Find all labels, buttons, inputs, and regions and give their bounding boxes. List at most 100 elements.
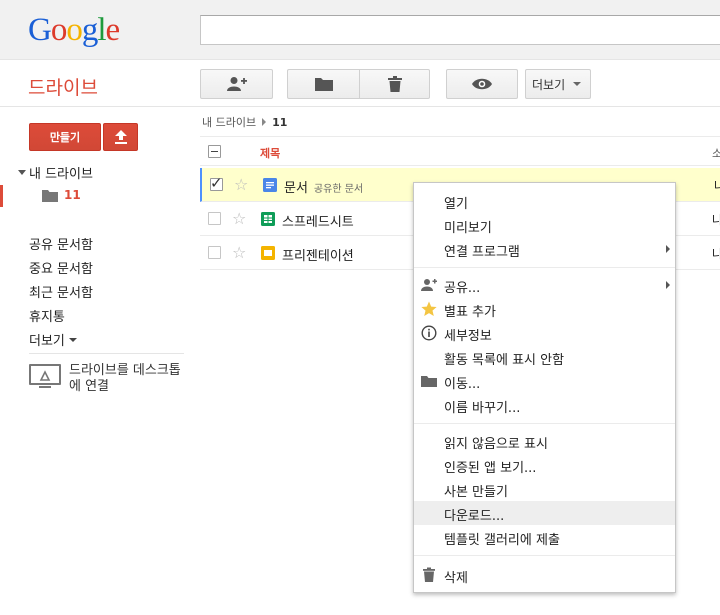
search-input[interactable]	[200, 15, 720, 45]
logo-letter: e	[105, 12, 121, 48]
menu-item-open[interactable]: 열기	[414, 189, 675, 213]
toolbar: 드라이브 더보기	[0, 61, 720, 107]
add-person-icon	[421, 279, 437, 291]
preview-button[interactable]	[446, 69, 518, 99]
app-title: 드라이브	[28, 77, 98, 99]
menu-divider	[414, 267, 675, 268]
caret-down-icon	[68, 337, 77, 342]
menu-item-rename[interactable]: 이름 바꾸기...	[414, 393, 675, 417]
menu-item-share[interactable]: 공유...	[414, 273, 675, 297]
eye-icon	[472, 78, 492, 90]
title-column-header[interactable]: 제목	[260, 145, 280, 161]
share-button[interactable]	[200, 69, 273, 99]
menu-item-view-apps[interactable]: 인증된 앱 보기...	[414, 453, 675, 477]
menu-item-label: 별표 추가	[444, 305, 496, 320]
menu-item-make-copy[interactable]: 사본 만들기	[414, 477, 675, 501]
create-button[interactable]: 만들기	[29, 123, 101, 151]
shared-label: 공유한 문서	[313, 184, 364, 195]
menu-item-move[interactable]: 이동...	[414, 369, 675, 393]
owner-cell: 나	[714, 179, 720, 193]
breadcrumb-root[interactable]: 내 드라이브	[202, 114, 256, 130]
trash-icon	[423, 567, 435, 582]
folder-icon	[314, 78, 333, 91]
slides-icon	[261, 246, 275, 260]
logo-letter: o	[66, 12, 82, 48]
submenu-arrow-icon	[666, 281, 670, 289]
submenu-arrow-icon	[666, 245, 670, 253]
upload-button[interactable]	[103, 123, 138, 151]
menu-item-label: 인증된 앱 보기...	[444, 461, 537, 476]
menu-item-submit-template[interactable]: 템플릿 갤러리에 제출	[414, 525, 675, 549]
chevron-right-icon	[262, 118, 267, 126]
add-person-icon	[226, 77, 247, 91]
menu-item-details[interactable]: 세부정보	[414, 321, 675, 345]
sidebar-item-recent[interactable]: 최근 문서함	[29, 282, 93, 301]
sidebar-divider	[29, 353, 184, 354]
row-checkbox[interactable]	[208, 212, 221, 225]
file-name[interactable]: 문서 공유한 문서	[284, 177, 363, 196]
context-menu: 열기 미리보기 연결 프로그램 공유... 별표 추가 세부정보 활동 목록에 …	[413, 182, 676, 593]
move-to-folder-button[interactable]	[287, 69, 359, 99]
logo-letter: o	[50, 12, 67, 48]
menu-item-add-star[interactable]: 별표 추가	[414, 297, 675, 321]
menu-item-preview[interactable]: 미리보기	[414, 213, 675, 237]
desktop-drive-icon	[29, 364, 61, 388]
star-icon[interactable]: ☆	[232, 209, 246, 228]
star-icon[interactable]: ☆	[234, 175, 248, 194]
owner-cell: 나	[712, 247, 720, 261]
logo-letter: g	[81, 12, 98, 48]
menu-item-label: 활동 목록에 표시 안함	[444, 353, 565, 368]
row-checkbox[interactable]: ✓	[210, 176, 223, 191]
doc-icon	[263, 178, 277, 192]
menu-item-label: 다운로드...	[444, 509, 505, 524]
logo-letter: l	[97, 12, 106, 48]
trash-icon	[387, 76, 402, 92]
star-icon	[421, 301, 437, 316]
menu-item-label: 읽지 않음으로 표시	[444, 437, 548, 452]
sidebar-more-label: 더보기	[29, 334, 65, 349]
logo-letter: G	[28, 12, 52, 48]
folder-label: 11	[64, 188, 81, 202]
menu-item-label: 연결 프로그램	[444, 245, 520, 260]
star-icon[interactable]: ☆	[232, 243, 246, 262]
google-logo[interactable]: Google	[28, 12, 121, 49]
menu-item-label: 공유...	[444, 281, 481, 296]
menu-item-label: 사본 만들기	[444, 485, 508, 500]
owner-cell: 나	[712, 213, 720, 227]
connect-desktop-link[interactable]: 드라이브를 데스크톱에 연결	[69, 363, 189, 395]
sidebar-item-my-drive[interactable]: 내 드라이브	[18, 163, 93, 182]
menu-item-mark-unread[interactable]: 읽지 않음으로 표시	[414, 429, 675, 453]
sidebar-more-toggle[interactable]: 더보기	[29, 330, 77, 349]
menu-item-label: 이동...	[444, 377, 481, 392]
sidebar-item-shared[interactable]: 공유 문서함	[29, 234, 93, 253]
list-header: 제목 소	[200, 136, 720, 166]
menu-item-hide-activity[interactable]: 활동 목록에 표시 안함	[414, 345, 675, 369]
file-name[interactable]: 스프레드시트	[282, 211, 354, 230]
upload-icon	[114, 130, 127, 144]
menu-item-label: 템플릿 갤러리에 제출	[444, 533, 560, 548]
menu-divider	[414, 555, 675, 556]
file-name[interactable]: 프리젠테이션	[282, 245, 354, 264]
menu-item-delete[interactable]: 삭제	[414, 563, 675, 587]
menu-item-open-with[interactable]: 연결 프로그램	[414, 237, 675, 261]
sheet-icon	[261, 212, 275, 226]
menu-item-label: 미리보기	[444, 221, 492, 236]
menu-item-label: 열기	[444, 197, 468, 212]
more-actions-dropdown[interactable]: 더보기	[525, 69, 591, 99]
info-icon	[421, 325, 437, 341]
row-checkbox[interactable]	[208, 246, 221, 259]
breadcrumb: 내 드라이브 11	[202, 114, 287, 130]
top-header: Google	[0, 0, 720, 60]
sidebar-item-starred[interactable]: 중요 문서함	[29, 258, 93, 277]
menu-item-download[interactable]: 다운로드...	[414, 501, 675, 525]
selection-indicator	[0, 185, 3, 207]
expand-triangle-icon	[18, 170, 26, 175]
menu-item-label: 세부정보	[444, 329, 492, 344]
select-all-checkbox[interactable]	[208, 145, 221, 158]
owner-column-header[interactable]: 소	[712, 145, 720, 161]
sidebar-item-trash[interactable]: 휴지통	[29, 306, 65, 325]
sidebar-item-folder[interactable]: 11	[0, 185, 185, 207]
delete-button[interactable]	[359, 69, 430, 99]
menu-divider	[414, 423, 675, 424]
caret-down-icon	[573, 82, 582, 86]
